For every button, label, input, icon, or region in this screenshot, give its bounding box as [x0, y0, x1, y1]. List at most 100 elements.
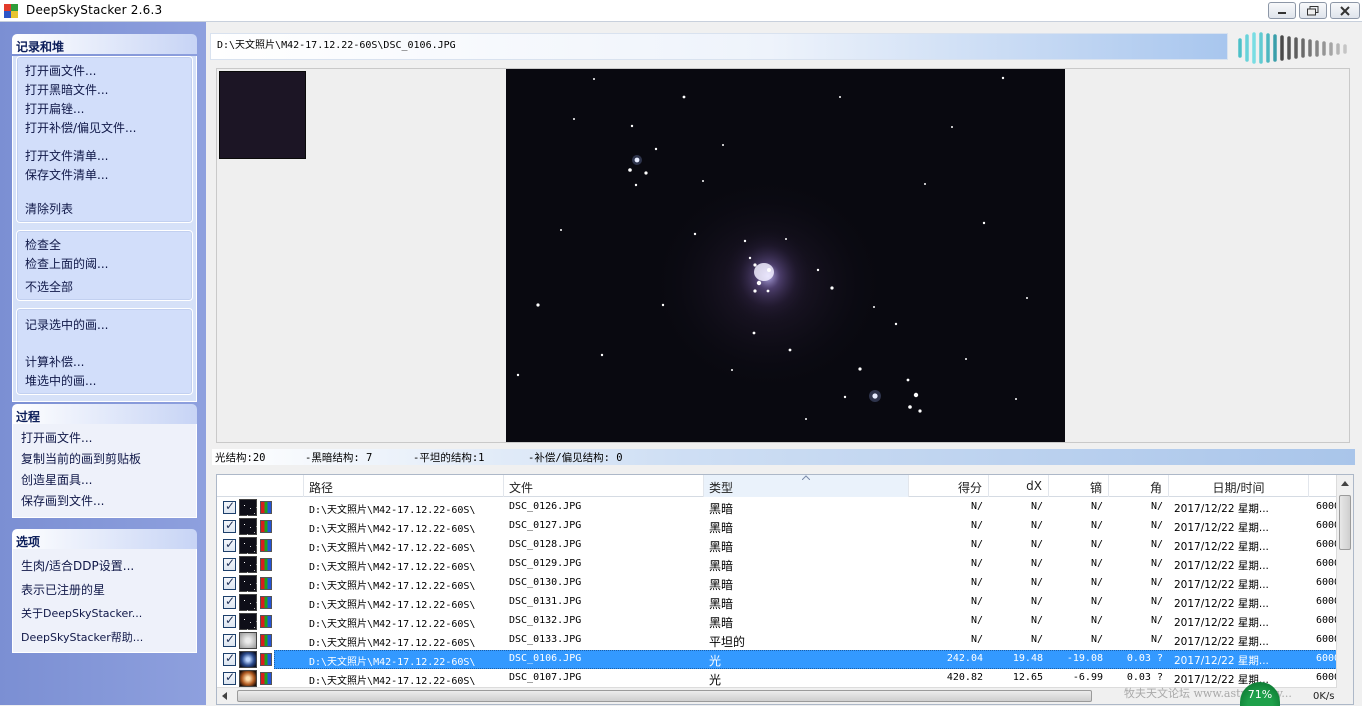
table-row[interactable]: D:\天文照片\M42-17.12.22-60S\ DSC_0127.JPG 黑暗 N…	[217, 517, 1340, 536]
cell-score: N/	[970, 634, 983, 645]
process-open-file[interactable]: 打开画文件...	[13, 427, 196, 446]
cell-dy: N/	[1090, 615, 1103, 626]
cell-date: 2017/12/22 星期...	[1174, 598, 1269, 610]
cell-angle: N/	[1150, 596, 1163, 607]
minimize-button[interactable]	[1268, 2, 1296, 19]
check-above-threshold[interactable]: 检查上面的阈...	[17, 253, 192, 272]
cell-file: DSC_0126.JPG	[509, 501, 582, 512]
open-files-box: 打开画文件... 打开黑暗文件... 打开扁锉... 打开补偿/偏见文件... …	[16, 56, 193, 223]
stack-checked[interactable]: 堆选中的画...	[17, 370, 192, 389]
open-flat-files[interactable]: 打开扁锉...	[17, 98, 192, 117]
cell-path: D:\天文照片\M42-17.12.22-60S\	[309, 505, 476, 516]
frame-thumbnail-icon	[239, 575, 257, 592]
scroll-left-icon[interactable]	[222, 692, 227, 700]
row-checkbox[interactable]	[223, 632, 236, 647]
row-checkbox[interactable]	[223, 613, 236, 628]
main-image[interactable]	[506, 69, 1065, 442]
cell-dx: N/	[1030, 615, 1043, 626]
compute-offsets[interactable]: 计算补偿...	[17, 351, 192, 370]
column-header-angle[interactable]: 角	[1109, 475, 1169, 497]
cell-file: DSC_0131.JPG	[509, 596, 582, 607]
options-group: 选项 生肉/适合DDP设置... 表示已注册的星 关于DeepSkyStacke…	[12, 529, 197, 653]
row-checkbox[interactable]	[223, 499, 236, 514]
column-header-score[interactable]: 得分	[909, 475, 989, 497]
open-dark-files[interactable]: 打开黑暗文件...	[17, 79, 192, 98]
row-checkbox[interactable]	[223, 651, 236, 666]
column-header-dx[interactable]: dX	[989, 475, 1049, 497]
dss-help[interactable]: DeepSkyStacker帮助...	[13, 627, 196, 646]
table-row[interactable]: D:\天文照片\M42-17.12.22-60S\ DSC_0126.JPG 黑暗 N…	[217, 498, 1340, 517]
frame-thumbnail-icon	[239, 537, 257, 554]
image-preview-thumbnail[interactable]	[219, 71, 306, 159]
cell-score: N/	[970, 520, 983, 531]
create-star-mask[interactable]: 创造星面具...	[13, 469, 196, 488]
cell-date: 2017/12/22 星期...	[1174, 579, 1269, 591]
save-image[interactable]: 保存画到文件...	[13, 490, 196, 509]
cell-dy: N/	[1090, 539, 1103, 550]
table-row[interactable]: D:\天文照片\M42-17.12.22-60S\ DSC_0106.JPG 光 24…	[217, 650, 1340, 669]
horizontal-scroll-thumb[interactable]	[237, 690, 1092, 702]
cell-dy: N/	[1090, 558, 1103, 569]
cell-dx: N/	[1030, 539, 1043, 550]
row-checkbox[interactable]	[223, 575, 236, 590]
row-checkbox[interactable]	[223, 670, 236, 685]
cell-angle: 0.03 ?	[1126, 672, 1163, 683]
clear-list[interactable]: 清除列表	[17, 198, 192, 217]
frame-thumbnail-icon	[239, 670, 257, 687]
table-row[interactable]: D:\天文照片\M42-17.12.22-60S\ DSC_0132.JPG 黑暗 N…	[217, 612, 1340, 631]
save-file-list[interactable]: 保存文件清单...	[17, 164, 192, 183]
scroll-up-icon[interactable]	[1341, 481, 1349, 486]
raw-ddp-settings[interactable]: 生肉/适合DDP设置...	[13, 555, 196, 574]
file-list-table: 路径 文件 类型 得分 dX 镝 角 日期/时间 D:\天文照片\M42-17.…	[216, 474, 1354, 705]
row-checkbox[interactable]	[223, 537, 236, 552]
table-row[interactable]: D:\天文照片\M42-17.12.22-60S\ DSC_0130.JPG 黑暗 N…	[217, 574, 1340, 593]
cell-type: 平坦的	[709, 635, 746, 649]
cell-score: N/	[970, 501, 983, 512]
title-bar: DeepSkyStacker 2.6.3	[0, 0, 1362, 22]
network-speed-label: 0K/s	[1313, 691, 1335, 702]
open-file-list[interactable]: 打开文件清单...	[17, 145, 192, 164]
current-file-path: D:\天文照片\M42-17.12.22-60S\DSC_0106.JPG	[217, 40, 456, 51]
cell-date: 2017/12/22 星期...	[1174, 617, 1269, 629]
open-offset-files[interactable]: 打开补偿/偏见文件...	[17, 117, 192, 136]
column-header-file[interactable]: 文件	[504, 475, 704, 497]
show-registered-stars[interactable]: 表示已注册的星	[13, 579, 196, 598]
color-channels-icon	[260, 539, 272, 552]
table-row[interactable]: D:\天文照片\M42-17.12.22-60S\ DSC_0131.JPG 黑暗 N…	[217, 593, 1340, 612]
register-checked[interactable]: 记录选中的画...	[17, 314, 192, 333]
column-header-datetime[interactable]: 日期/时间	[1169, 475, 1309, 497]
table-row[interactable]: D:\天文照片\M42-17.12.22-60S\ DSC_0133.JPG 平坦的…	[217, 631, 1340, 650]
restore-button[interactable]	[1299, 2, 1327, 19]
cell-angle: N/	[1150, 577, 1163, 588]
cell-score: N/	[970, 596, 983, 607]
cell-dy: N/	[1090, 634, 1103, 645]
check-all[interactable]: 检查全	[17, 234, 192, 253]
row-checkbox[interactable]	[223, 594, 236, 609]
orion-nebula-image	[516, 76, 1028, 420]
uncheck-all[interactable]: 不选全部	[17, 276, 192, 295]
cell-dx: 19.48	[1012, 653, 1043, 664]
row-checkbox[interactable]	[223, 518, 236, 533]
column-header-icons[interactable]	[217, 475, 304, 497]
cell-dy: -6.99	[1072, 672, 1103, 683]
cell-angle: 0.03 ?	[1126, 653, 1163, 664]
copy-to-clipboard[interactable]: 复制当前的画到剪贴板	[13, 448, 196, 467]
column-header-extra[interactable]	[1309, 475, 1337, 497]
vertical-scrollbar[interactable]	[1336, 475, 1353, 704]
cell-file: DSC_0106.JPG	[509, 653, 582, 664]
open-light-files[interactable]: 打开画文件...	[17, 60, 192, 79]
cell-dy: N/	[1090, 596, 1103, 607]
table-row[interactable]: D:\天文照片\M42-17.12.22-60S\ DSC_0128.JPG 黑暗 N…	[217, 536, 1340, 555]
table-row[interactable]: D:\天文照片\M42-17.12.22-60S\ DSC_0129.JPG 黑暗 N…	[217, 555, 1340, 574]
row-checkbox[interactable]	[223, 556, 236, 571]
check-box-group: 检查全 检查上面的阈... 不选全部	[16, 230, 193, 301]
vertical-scroll-thumb[interactable]	[1339, 495, 1351, 550]
column-header-path[interactable]: 路径	[304, 475, 504, 497]
cell-score: 242.04	[946, 653, 983, 664]
cell-path: D:\天文照片\M42-17.12.22-60S\	[309, 581, 476, 592]
close-button[interactable]	[1330, 2, 1360, 19]
cell-angle: N/	[1150, 615, 1163, 626]
about-dss[interactable]: 关于DeepSkyStacker...	[13, 603, 196, 622]
column-header-dy[interactable]: 镝	[1049, 475, 1109, 497]
register-stack-group: 记录和堆 打开画文件... 打开黑暗文件... 打开扁锉... 打开补偿/偏见文…	[12, 34, 197, 402]
